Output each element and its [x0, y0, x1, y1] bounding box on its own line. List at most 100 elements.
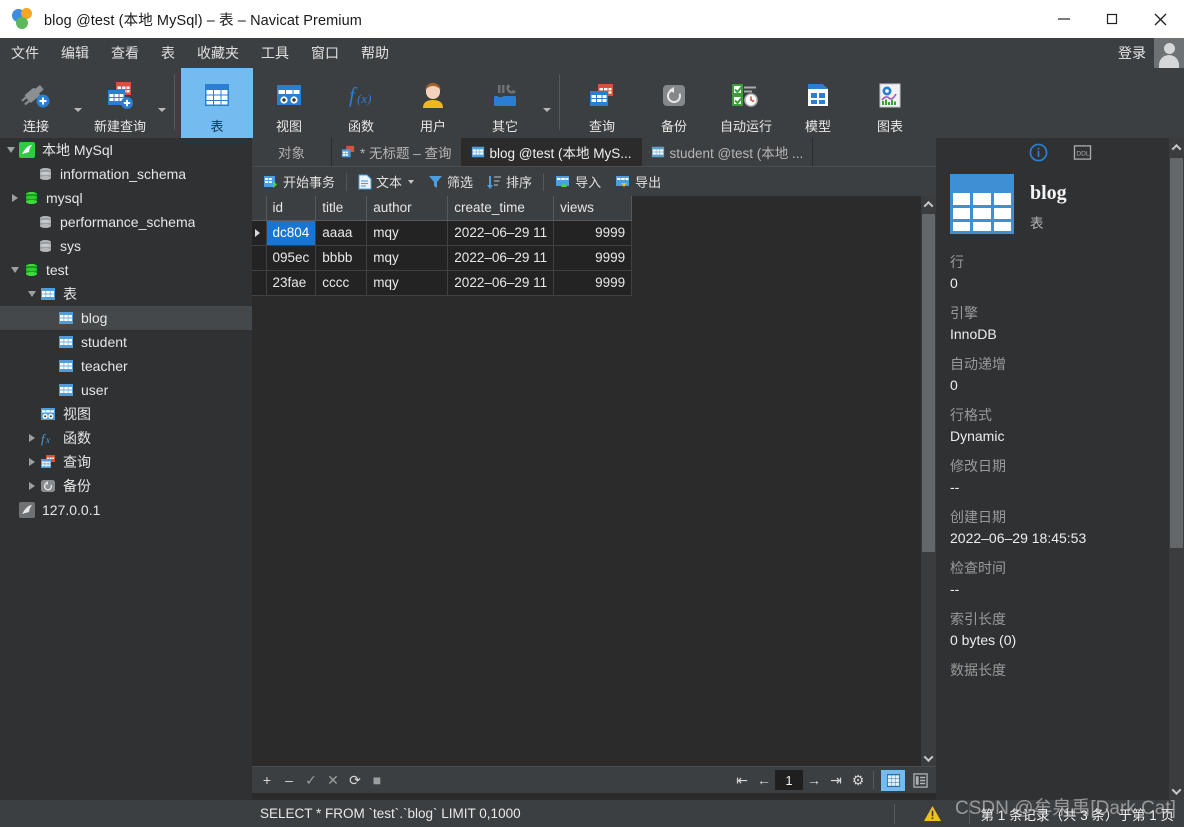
toolbar-chart[interactable]: 图表: [854, 68, 926, 138]
cell-id[interactable]: 23fae: [266, 270, 317, 296]
filter-button[interactable]: 筛选: [421, 167, 480, 197]
chevron-down-icon[interactable]: [408, 179, 415, 184]
minimize-button[interactable]: [1040, 0, 1088, 38]
toolbar-automation[interactable]: 自动运行: [710, 68, 782, 138]
tree-node-mysql[interactable]: mysql: [0, 186, 252, 210]
tree-node-functions-folder[interactable]: f x 函数: [0, 426, 252, 450]
cell-author[interactable]: mqy: [366, 245, 449, 271]
cell-views[interactable]: 9999: [553, 245, 633, 271]
scroll-down-icon[interactable]: [921, 750, 936, 766]
tree-node-tables-folder[interactable]: 表: [0, 282, 252, 306]
column-header-views[interactable]: views: [553, 196, 633, 221]
toolbar-backup[interactable]: 备份: [638, 68, 710, 138]
next-page-button[interactable]: →: [803, 769, 825, 791]
toolbar-model[interactable]: 模型: [782, 68, 854, 138]
export-button[interactable]: 导出: [608, 167, 668, 197]
scroll-down-icon[interactable]: [1169, 782, 1184, 800]
maximize-button[interactable]: [1088, 0, 1136, 38]
column-header-author[interactable]: author: [366, 196, 449, 221]
toolbar-connection[interactable]: 连接: [0, 68, 72, 138]
cell-views[interactable]: 9999: [553, 270, 633, 296]
login-link[interactable]: 登录: [1118, 43, 1154, 63]
delete-record-button[interactable]: –: [278, 769, 300, 791]
column-header-id[interactable]: id: [266, 196, 317, 221]
table-row[interactable]: 23fae cccc mqy 2022–06–29 11 9999: [252, 270, 633, 296]
scroll-up-icon[interactable]: [921, 196, 936, 212]
twisty-open-icon[interactable]: [4, 138, 18, 162]
cell-author[interactable]: mqy: [366, 220, 449, 246]
info-panel-scrollbar[interactable]: [1169, 138, 1184, 800]
avatar[interactable]: [1154, 38, 1184, 68]
menu-window[interactable]: 窗口: [300, 38, 350, 68]
menu-view[interactable]: 查看: [100, 38, 150, 68]
apply-change-button[interactable]: ✓: [300, 769, 322, 791]
menu-favorites[interactable]: 收藏夹: [186, 38, 250, 68]
toolbar-query[interactable]: 查询: [566, 68, 638, 138]
sidebar-item-student[interactable]: student: [0, 330, 252, 354]
tree-node-queries-folder[interactable]: 查询: [0, 450, 252, 474]
grid-vertical-scrollbar[interactable]: [921, 196, 936, 766]
menu-tools[interactable]: 工具: [250, 38, 300, 68]
add-record-button[interactable]: +: [256, 769, 278, 791]
toolbar-function[interactable]: f (x) 函数: [325, 68, 397, 138]
new-query-dropdown-caret-icon[interactable]: [156, 68, 168, 138]
cell-id[interactable]: dc804: [266, 220, 317, 246]
refresh-button[interactable]: ⟳: [344, 769, 366, 791]
menu-edit[interactable]: 编辑: [50, 38, 100, 68]
tree-node-views-folder[interactable]: 视图: [0, 402, 252, 426]
cell-title[interactable]: aaaa: [315, 220, 368, 246]
twisty-closed-icon[interactable]: [25, 450, 39, 474]
sidebar-item-blog[interactable]: blog: [0, 306, 252, 330]
toolbar-new-query[interactable]: 新建查询: [84, 68, 156, 138]
last-page-button[interactable]: ⇥: [825, 769, 847, 791]
table-row[interactable]: 095ec bbbb mqy 2022–06–29 11 9999: [252, 245, 633, 271]
sidebar-item-teacher[interactable]: teacher: [0, 354, 252, 378]
cell-create-time[interactable]: 2022–06–29 11: [447, 220, 555, 246]
toolbar-view[interactable]: 视图: [253, 68, 325, 138]
tree-node-test[interactable]: test: [0, 258, 252, 282]
cell-id[interactable]: 095ec: [266, 245, 317, 271]
column-header-create-time[interactable]: create_time: [447, 196, 555, 221]
tab-student-table[interactable]: student @test (本地 ...: [642, 138, 814, 166]
twisty-open-icon[interactable]: [25, 282, 39, 306]
menu-file[interactable]: 文件: [0, 38, 50, 68]
connection-dropdown-caret-icon[interactable]: [72, 68, 84, 138]
ddl-tab-button[interactable]: DDL: [1071, 141, 1093, 163]
warning-indicator[interactable]: [895, 805, 969, 822]
tree-node-performance-schema[interactable]: performance_schema: [0, 210, 252, 234]
begin-transaction-button[interactable]: 开始事务: [256, 167, 342, 197]
table-row[interactable]: dc804 aaaa mqy 2022–06–29 11 9999: [252, 220, 633, 246]
menu-help[interactable]: 帮助: [350, 38, 400, 68]
scrollbar-thumb[interactable]: [922, 214, 935, 552]
object-tree-sidebar[interactable]: 本地 MySql information_schema mysql perfor…: [0, 138, 252, 800]
close-button[interactable]: [1136, 0, 1184, 38]
tab-blog-table[interactable]: blog @test (本地 MyS...: [461, 138, 642, 166]
sidebar-item-user[interactable]: user: [0, 378, 252, 402]
cell-author[interactable]: mqy: [366, 270, 449, 296]
info-tab-button[interactable]: [1027, 141, 1049, 163]
tree-node-local-mysql[interactable]: 本地 MySql: [0, 138, 252, 162]
tree-node-sys[interactable]: sys: [0, 234, 252, 258]
cell-create-time[interactable]: 2022–06–29 11: [447, 270, 555, 296]
import-button[interactable]: 导入: [548, 167, 608, 197]
twisty-closed-icon[interactable]: [25, 426, 39, 450]
first-page-button[interactable]: ⇤: [731, 769, 753, 791]
toolbar-other[interactable]: 其它: [469, 68, 541, 138]
scroll-up-icon[interactable]: [1169, 138, 1184, 156]
twisty-closed-icon[interactable]: [8, 186, 22, 210]
toolbar-user[interactable]: 用户: [397, 68, 469, 138]
sort-button[interactable]: 排序: [480, 167, 539, 197]
cell-create-time[interactable]: 2022–06–29 11: [447, 245, 555, 271]
grid-settings-button[interactable]: ⚙: [847, 769, 869, 791]
page-number-input[interactable]: 1: [775, 770, 803, 790]
twisty-open-icon[interactable]: [8, 258, 22, 282]
menu-table[interactable]: 表: [150, 38, 186, 68]
cell-title[interactable]: cccc: [315, 270, 368, 296]
twisty-closed-icon[interactable]: [25, 474, 39, 498]
other-dropdown-caret-icon[interactable]: [541, 68, 553, 138]
tab-objects[interactable]: 对象: [252, 138, 332, 166]
grid-view-button[interactable]: [881, 769, 905, 791]
tree-node-127-0-0-1[interactable]: 127.0.0.1: [0, 498, 252, 522]
data-grid[interactable]: id title author create_time views dc804 …: [252, 196, 921, 766]
tree-node-information-schema[interactable]: information_schema: [0, 162, 252, 186]
